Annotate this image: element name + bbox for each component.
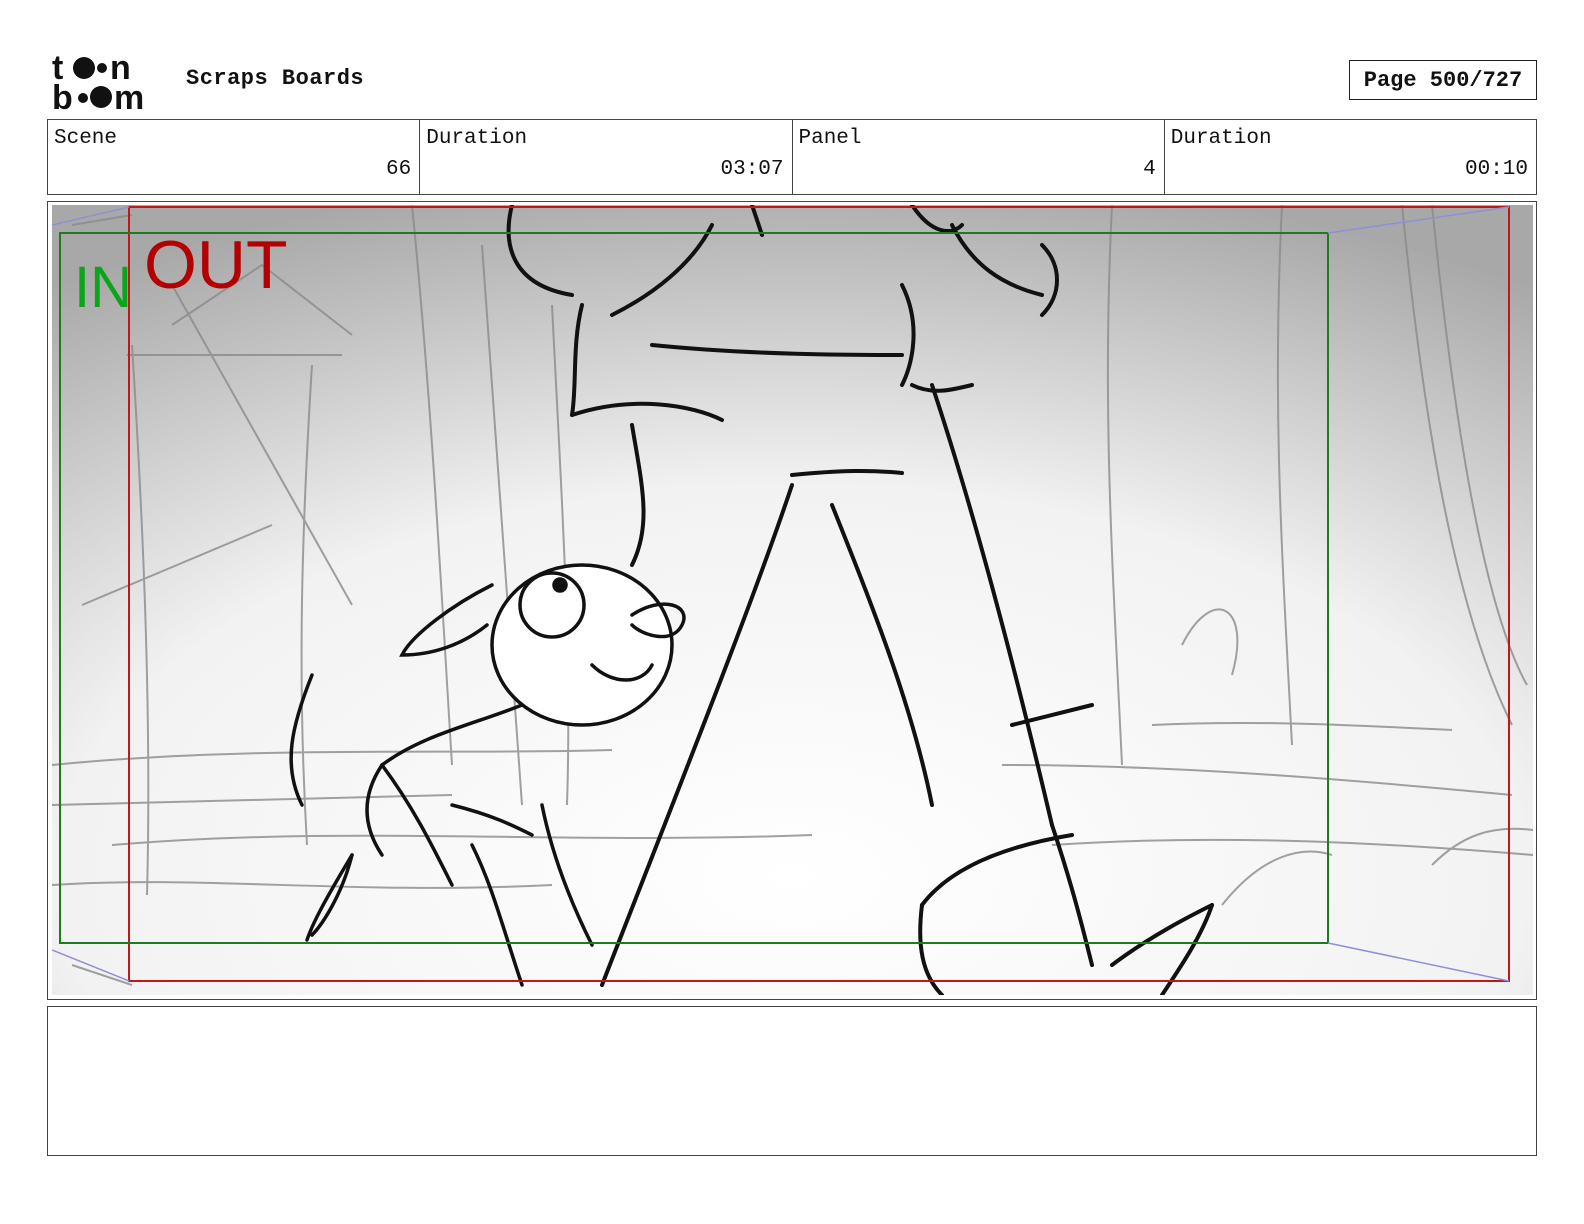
storyboard-sketch-image	[52, 205, 1533, 995]
panel-duration-cell: Duration 00:10	[1165, 120, 1536, 194]
panel-duration-value: 00:10	[1464, 158, 1528, 181]
svg-text:m: m	[114, 79, 144, 112]
scene-duration-value: 03:07	[720, 158, 784, 181]
toonboom-logo: t n b m	[52, 49, 164, 117]
panel-duration-label: Duration	[1170, 127, 1272, 150]
svg-text:b: b	[52, 79, 73, 112]
scene-duration-cell: Duration 03:07	[420, 120, 793, 194]
panel-cell: Panel 4	[793, 120, 1165, 194]
panel-info-row: Scene 66 Duration 03:07 Panel 4 Duration…	[47, 119, 1537, 195]
panel-notes-box	[47, 1006, 1537, 1156]
scene-label: Scene	[54, 127, 118, 150]
page-number: Page 500/727	[1349, 60, 1537, 100]
storyboard-panel-image	[52, 205, 1533, 995]
panel-value: 4	[1143, 158, 1156, 181]
project-title: Scraps Boards	[186, 66, 365, 91]
panel-label: Panel	[798, 127, 862, 150]
scene-value: 66	[386, 158, 412, 181]
scene-cell: Scene 66	[48, 120, 421, 194]
in-label: IN	[74, 255, 132, 320]
toonboom-logo-icon: t n b m	[52, 49, 144, 117]
scene-duration-label: Duration	[426, 127, 528, 150]
out-label: OUT	[144, 227, 288, 303]
